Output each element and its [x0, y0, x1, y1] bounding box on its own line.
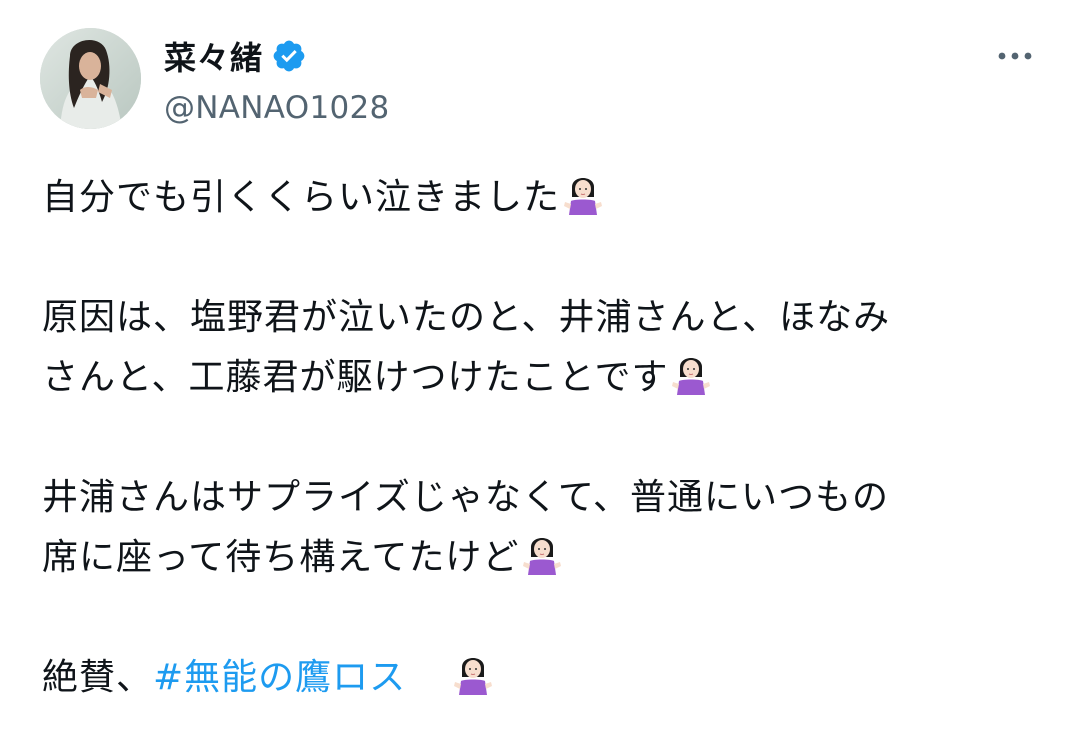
user-info: 菜々緒 @NANAO1028: [164, 34, 390, 126]
tweet-text: 自分でも引くくらい泣きました 原因は、塩野君が泣いたのと、井浦さんと、ほなみ さ…: [42, 168, 1042, 708]
person-shrugging-emoji-icon: [562, 171, 604, 217]
more-options-icon[interactable]: [996, 46, 1034, 66]
person-shrugging-emoji-icon: [670, 351, 712, 397]
tweet-line: 自分でも引くくらい泣きました: [42, 168, 1042, 228]
name-row: 菜々緒: [164, 34, 390, 78]
tweet-line-text: 井浦さんはサプライズじゃなくて、普通にいつもの: [42, 477, 890, 518]
tweet-line: 席に座って待ち構えてたけど: [42, 528, 1042, 588]
hashtag-link[interactable]: #無能の鷹ロス: [153, 657, 406, 698]
tweet-line: 井浦さんはサプライズじゃなくて、普通にいつもの: [42, 468, 1042, 528]
display-name[interactable]: 菜々緒: [164, 33, 263, 79]
person-shrugging-emoji-icon: [521, 531, 563, 577]
tweet-header: 菜々緒 @NANAO1028: [40, 28, 1040, 130]
user-handle[interactable]: @NANAO1028: [164, 90, 390, 126]
tweet-line: 絶賛、#無能の鷹ロス: [42, 648, 1042, 708]
tweet-line: さんと、工藤君が駆けつけたことです: [42, 348, 1042, 408]
tweet-line-text: 絶賛、: [42, 657, 154, 698]
person-shrugging-emoji-icon: [452, 651, 494, 697]
tweet-line-text: 原因は、塩野君が泣いたのと、井浦さんと、ほなみ: [42, 297, 891, 338]
tweet-line-text: さんと、工藤君が駆けつけたことです: [42, 357, 669, 398]
tweet-line-text: 席に座って待ち構えてたけど: [42, 537, 520, 578]
avatar[interactable]: [40, 28, 141, 129]
verified-badge-icon: [271, 38, 307, 74]
tweet-card: 菜々緒 @NANAO1028 自分でも引くくらい泣きました 原因は、塩野君が泣い…: [0, 0, 1082, 749]
tweet-line: 原因は、塩野君が泣いたのと、井浦さんと、ほなみ: [42, 288, 1042, 348]
tweet-line-text: 自分でも引くくらい泣きました: [42, 177, 561, 218]
